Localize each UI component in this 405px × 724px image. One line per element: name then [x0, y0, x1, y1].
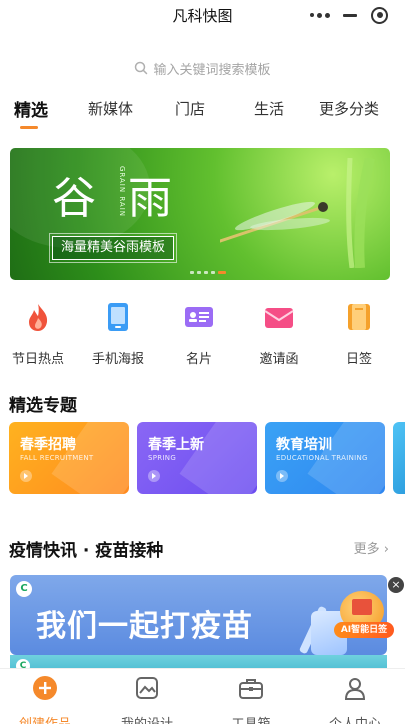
- title-bar: 凡科快图: [0, 0, 405, 30]
- tab-new-media[interactable]: 新媒体: [88, 98, 133, 119]
- phone-icon: [108, 303, 128, 331]
- nav-my-designs[interactable]: 我的设计: [102, 675, 192, 724]
- tab-featured[interactable]: 精选: [14, 96, 48, 121]
- minimize-icon[interactable]: [343, 13, 358, 17]
- category-label: 手机海报: [91, 352, 144, 367]
- bottom-navigation: 创建作品 我的设计 工具箱 个人中心: [0, 668, 405, 724]
- topic-card-title: 春季上新: [148, 437, 204, 453]
- tab-life[interactable]: 生活: [254, 98, 284, 119]
- topic-card-partial[interactable]: [393, 422, 405, 494]
- search-icon: [135, 61, 148, 75]
- banner-char-1: 谷: [52, 173, 98, 224]
- arrow-right-icon: [20, 470, 32, 482]
- topic-card-title: 春季招聘: [20, 437, 76, 453]
- category-label: 节日热点: [11, 352, 64, 367]
- featured-section-title: 精选专题: [9, 396, 77, 416]
- flame-icon: [29, 304, 48, 331]
- topic-card-subtitle: FALL RECRUITMENT: [20, 454, 94, 462]
- category-label: 名片: [185, 352, 212, 367]
- category-tabs: 精选 新媒体 门店 生活 更多分类: [0, 94, 405, 130]
- banner-subtitle: GRAIN RAIN: [118, 166, 126, 217]
- topic-card-education[interactable]: 教育培训 EDUCATIONAL TRAINING: [265, 422, 385, 494]
- active-tab-indicator: [20, 126, 38, 129]
- topic-card-title: 教育培训: [276, 437, 332, 453]
- book-icon: [352, 599, 372, 615]
- search-input[interactable]: 输入关键词搜索模板: [0, 57, 405, 79]
- plus-circle-icon: [33, 676, 57, 700]
- nav-create[interactable]: 创建作品: [0, 675, 90, 724]
- ai-daily-sign-badge[interactable]: AI智能日签: [334, 591, 394, 641]
- app-page: 凡科快图 输入关键词搜索模板 精选 新媒体 门店 生活 更多分类 谷 GRAIN…: [0, 0, 405, 724]
- card-icon: [185, 307, 213, 327]
- nav-toolbox[interactable]: 工具箱: [206, 675, 296, 724]
- toolbox-icon: [239, 679, 263, 699]
- nav-label: 创建作品: [0, 713, 90, 724]
- category-label: 日签: [345, 352, 372, 367]
- topic-card-subtitle: EDUCATIONAL TRAINING: [276, 454, 368, 462]
- vaccine-banner-text: 我们一起打疫苗: [36, 609, 253, 644]
- search-placeholder: 输入关键词搜索模板: [153, 62, 271, 78]
- category-business-card[interactable]: 名片: [164, 302, 234, 367]
- nav-profile[interactable]: 个人中心: [310, 675, 400, 724]
- nav-label: 我的设计: [102, 713, 192, 724]
- arrow-right-icon: [148, 470, 160, 482]
- news-section-title: 疫情快讯 · 疫苗接种: [9, 541, 164, 561]
- envelope-icon: [264, 308, 294, 328]
- more-link[interactable]: 更多 ›: [354, 538, 389, 557]
- close-target-icon[interactable]: [371, 6, 389, 24]
- banner-caption: 海量精美谷雨模板: [48, 233, 178, 263]
- category-invitation[interactable]: 邀请函: [244, 302, 314, 367]
- image-icon: [136, 677, 158, 699]
- nav-label: 工具箱: [206, 713, 296, 724]
- more-icon[interactable]: [309, 12, 330, 18]
- topic-card-subtitle: SPRING: [148, 454, 177, 462]
- chevron-right-icon: ›: [383, 542, 389, 557]
- more-label: 更多: [353, 542, 380, 557]
- nav-label: 个人中心: [310, 713, 400, 724]
- user-icon: [344, 678, 366, 700]
- category-grid: 节日热点 手机海报 名片 邀请函 日签: [0, 302, 405, 372]
- topic-card-spring-recruitment[interactable]: 春季招聘 FALL RECRUITMENT: [9, 422, 129, 494]
- category-festival[interactable]: 节日热点: [3, 302, 73, 367]
- promo-banner[interactable]: 谷 GRAIN RAIN 雨 海量精美谷雨模板: [10, 148, 390, 280]
- topic-card-spring-new[interactable]: 春季上新 SPRING: [137, 422, 257, 494]
- close-icon[interactable]: ×: [388, 577, 404, 593]
- calendar-icon: [348, 304, 370, 330]
- tab-more-categories[interactable]: 更多分类: [319, 98, 379, 119]
- banner-indicators: [190, 271, 226, 274]
- arrow-right-icon: [276, 470, 288, 482]
- dragonfly-image: [220, 158, 375, 268]
- banner-char-2: 雨: [128, 173, 174, 224]
- channel-badge: C: [16, 581, 32, 597]
- category-label: 邀请函: [259, 352, 299, 367]
- vaccine-banner[interactable]: C 我们一起打疫苗: [10, 575, 387, 655]
- category-daily-sign[interactable]: 日签: [324, 302, 394, 367]
- mini-program-capsule: [303, 3, 395, 27]
- category-phone-poster[interactable]: 手机海报: [83, 302, 153, 367]
- ai-badge-label: AI智能日签: [334, 622, 394, 638]
- tab-store[interactable]: 门店: [175, 98, 205, 119]
